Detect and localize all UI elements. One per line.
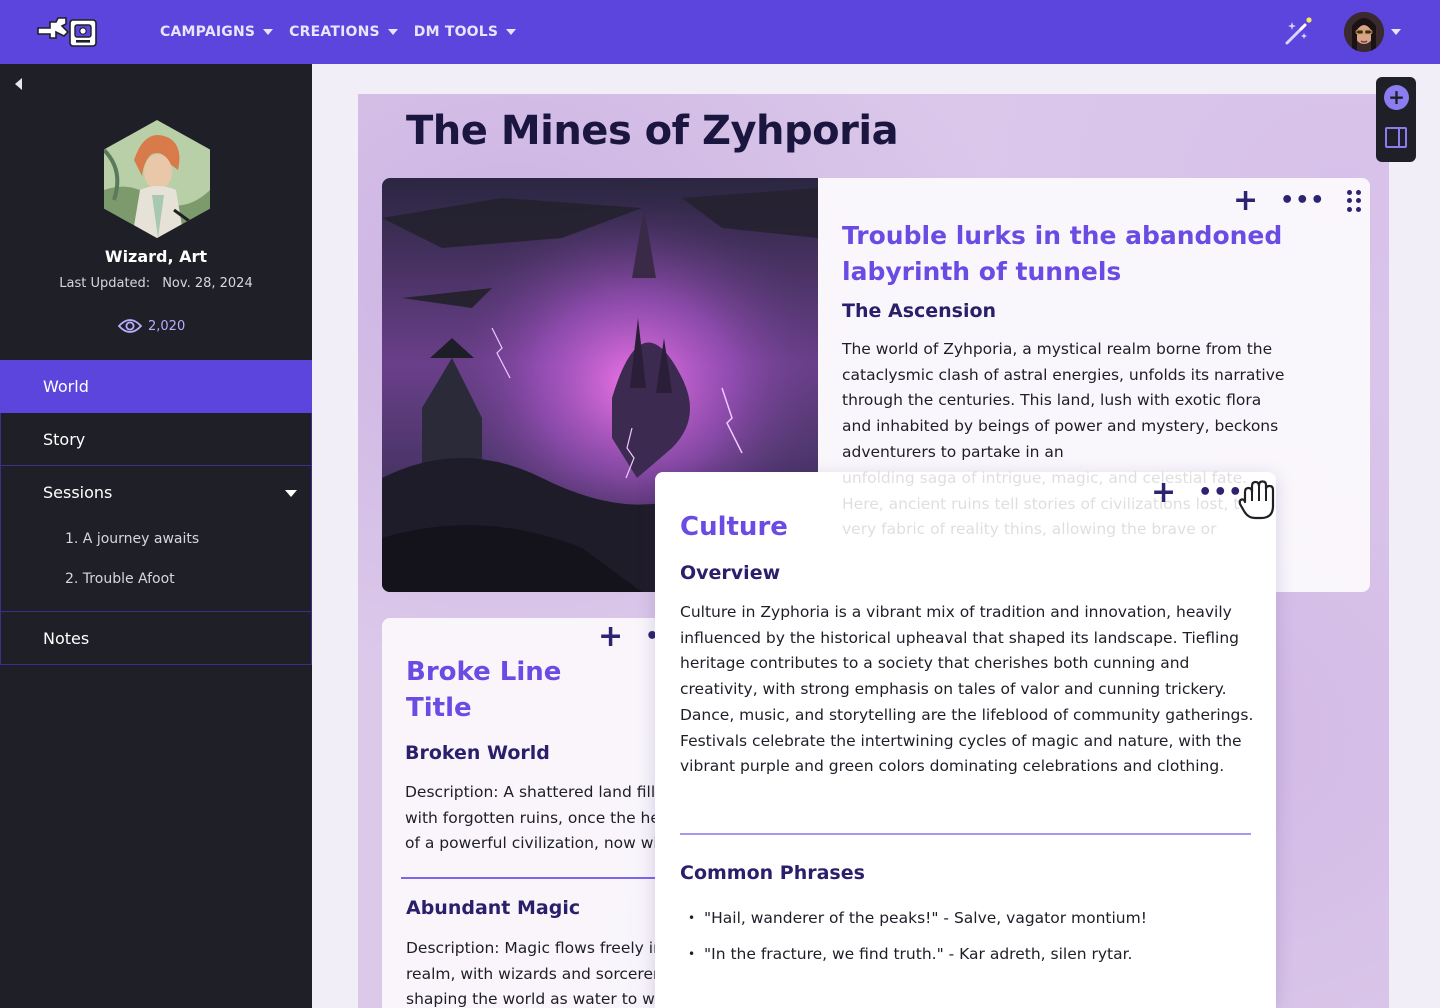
nav-campaigns[interactable]: CAMPAIGNS xyxy=(160,24,274,40)
sidebar-item-label: Notes xyxy=(43,628,90,648)
toggle-panel-icon[interactable] xyxy=(1385,127,1407,148)
sidebar-subitem-label: 1. A journey awaits xyxy=(65,531,200,547)
list-item[interactable]: "In the fracture, we find truth." - Kar … xyxy=(680,936,1250,972)
add-block-icon[interactable]: + xyxy=(1384,85,1409,110)
logo-icon[interactable] xyxy=(36,14,100,50)
nav-dm-tools[interactable]: DM TOOLS xyxy=(413,24,517,40)
user-avatar[interactable] xyxy=(1344,12,1384,52)
card-heading[interactable]: Broke Line Title xyxy=(406,654,606,726)
add-icon[interactable]: + xyxy=(1151,478,1176,508)
author-avatar-icon xyxy=(104,120,210,238)
eye-icon xyxy=(118,319,142,333)
sidebar-subitem-session-2[interactable]: 2. Trouble Afoot xyxy=(1,559,311,599)
sidebar-item-story[interactable]: Story xyxy=(0,413,312,466)
more-options-icon[interactable]: ••• xyxy=(1280,190,1325,212)
card-heading[interactable]: Culture xyxy=(680,512,788,542)
chevron-down-icon[interactable] xyxy=(1391,29,1401,35)
sidebar-item-label: World xyxy=(43,377,89,396)
view-count: 2,020 xyxy=(118,318,185,334)
card-body[interactable]: Description: Magic flows freely in the r… xyxy=(406,936,678,1008)
card-subheading[interactable]: Abundant Magic xyxy=(406,897,580,919)
grab-cursor-icon xyxy=(1238,480,1275,520)
sidebar-item-sessions[interactable]: Sessions xyxy=(1,466,311,519)
world-nav: World Story Sessions 1. A journey awaits… xyxy=(0,360,312,665)
divider xyxy=(680,833,1251,835)
nav-dm-tools-label: DM TOOLS xyxy=(413,24,499,40)
chevron-down-icon xyxy=(263,29,274,35)
sidebar-item-label: Story xyxy=(43,429,86,449)
add-icon[interactable]: + xyxy=(598,622,623,652)
nav-creations-label: CREATIONS xyxy=(289,24,380,40)
magic-wand-icon[interactable] xyxy=(1282,16,1314,48)
last-updated: Last Updated: Nov. 28, 2024 xyxy=(0,276,312,291)
sidebar-subitem-label: 2. Trouble Afoot xyxy=(65,571,175,587)
last-updated-date: Nov. 28, 2024 xyxy=(162,276,253,291)
divider xyxy=(401,877,661,879)
card-subheading[interactable]: Overview xyxy=(680,562,780,584)
card-controls: + ••• xyxy=(1233,186,1361,216)
card-subheading[interactable]: Broken World xyxy=(405,742,550,764)
chevron-down-icon xyxy=(506,29,517,35)
author-name: Wizard, Art xyxy=(104,247,208,266)
card-controls: + ••• xyxy=(1151,478,1243,508)
card-body[interactable]: The world of Zyhporia, a mystical realm … xyxy=(842,337,1292,466)
add-icon[interactable]: + xyxy=(1233,186,1258,216)
page-tools: + xyxy=(1376,77,1416,162)
card-body[interactable]: Culture in Zyphoria is a vibrant mix of … xyxy=(680,600,1260,780)
card-subheading[interactable]: Common Phrases xyxy=(680,862,865,884)
page-title[interactable]: The Mines of Zyhporia xyxy=(406,108,899,154)
last-updated-label: Last Updated: xyxy=(59,276,151,291)
sidebar-item-world[interactable]: World xyxy=(0,360,312,413)
card-subheading[interactable]: The Ascension xyxy=(842,300,996,322)
nav-campaigns-label: CAMPAIGNS xyxy=(160,24,256,40)
drag-handle-icon[interactable] xyxy=(1347,190,1361,212)
main-menu: CAMPAIGNS CREATIONS DM TOOLS xyxy=(160,0,517,64)
card-body[interactable]: Description: A shattered land filled wit… xyxy=(405,780,678,857)
sidebar-subitem-session-1[interactable]: 1. A journey awaits xyxy=(1,519,311,559)
sidebar-item-notes[interactable]: Notes xyxy=(0,612,312,665)
chevron-down-icon[interactable] xyxy=(285,490,297,497)
user-portrait-icon xyxy=(1344,12,1384,52)
sidebar-group-sessions: Sessions 1. A journey awaits 2. Trouble … xyxy=(0,466,312,612)
sidebar-item-label: Sessions xyxy=(43,483,113,502)
collapse-sidebar-icon[interactable] xyxy=(15,78,22,90)
phrase-list: "Hail, wanderer of the peaks!" - Salve, … xyxy=(680,900,1250,972)
card-heading[interactable]: Trouble lurks in the abandoned labyrinth… xyxy=(842,218,1312,290)
chevron-down-icon xyxy=(387,29,398,35)
top-nav: CAMPAIGNS CREATIONS DM TOOLS xyxy=(0,0,1440,64)
nav-creations[interactable]: CREATIONS xyxy=(289,24,398,40)
sidebar: Wizard, Art Last Updated: Nov. 28, 2024 2… xyxy=(0,64,312,1008)
content-card-culture[interactable]: + ••• Culture Overview Culture in Zyphor… xyxy=(655,472,1276,1008)
view-count-value: 2,020 xyxy=(148,318,186,334)
content-card-broken-world: + ••• Broke Line Title Broken World Desc… xyxy=(382,618,678,1008)
list-item[interactable]: "Hail, wanderer of the peaks!" - Salve, … xyxy=(680,900,1250,936)
